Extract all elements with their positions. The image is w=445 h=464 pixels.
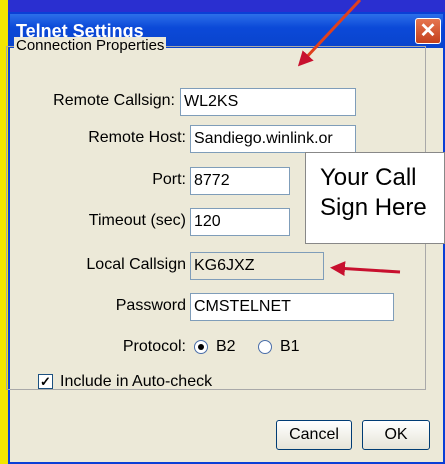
protocol-label: Protocol: <box>122 338 186 355</box>
timeout-label: Timeout (sec) <box>88 212 186 229</box>
protocol-b2-label: B2 <box>216 338 236 355</box>
password-field[interactable]: CMSTELNET <box>190 293 394 321</box>
password-label: Password <box>115 297 186 314</box>
remote-host-label: Remote Host: <box>88 129 186 146</box>
group-label: Connection Properties <box>14 37 167 54</box>
auto-check-label: Include in Auto-check <box>60 373 213 390</box>
ok-button[interactable]: OK <box>362 420 430 450</box>
protocol-b2-radio[interactable] <box>194 340 208 354</box>
remote-callsign-label: Remote Callsign: <box>53 92 175 109</box>
remote-callsign-field[interactable]: WL2KS <box>180 88 356 116</box>
protocol-b1-label: B1 <box>280 338 300 355</box>
callout-line-2: Sign Here <box>320 194 427 221</box>
close-button[interactable]: ✕ <box>415 18 441 44</box>
callout-line-1: Your Call <box>320 164 417 191</box>
local-callsign-label: Local Callsign <box>86 256 186 273</box>
auto-check-checkbox[interactable]: ✓ <box>38 374 53 389</box>
port-field[interactable]: 8772 <box>190 167 290 195</box>
protocol-b1-radio[interactable] <box>258 340 272 354</box>
remote-host-field[interactable]: Sandiego.winlink.or <box>190 125 356 153</box>
local-callsign-field[interactable]: KG6JXZ <box>190 252 324 280</box>
port-label: Port: <box>152 171 186 188</box>
annotation-callout: Your Call Sign Here <box>305 152 445 244</box>
timeout-field[interactable]: 120 <box>190 208 290 236</box>
cancel-button[interactable]: Cancel <box>276 420 352 450</box>
close-icon: ✕ <box>419 20 437 42</box>
